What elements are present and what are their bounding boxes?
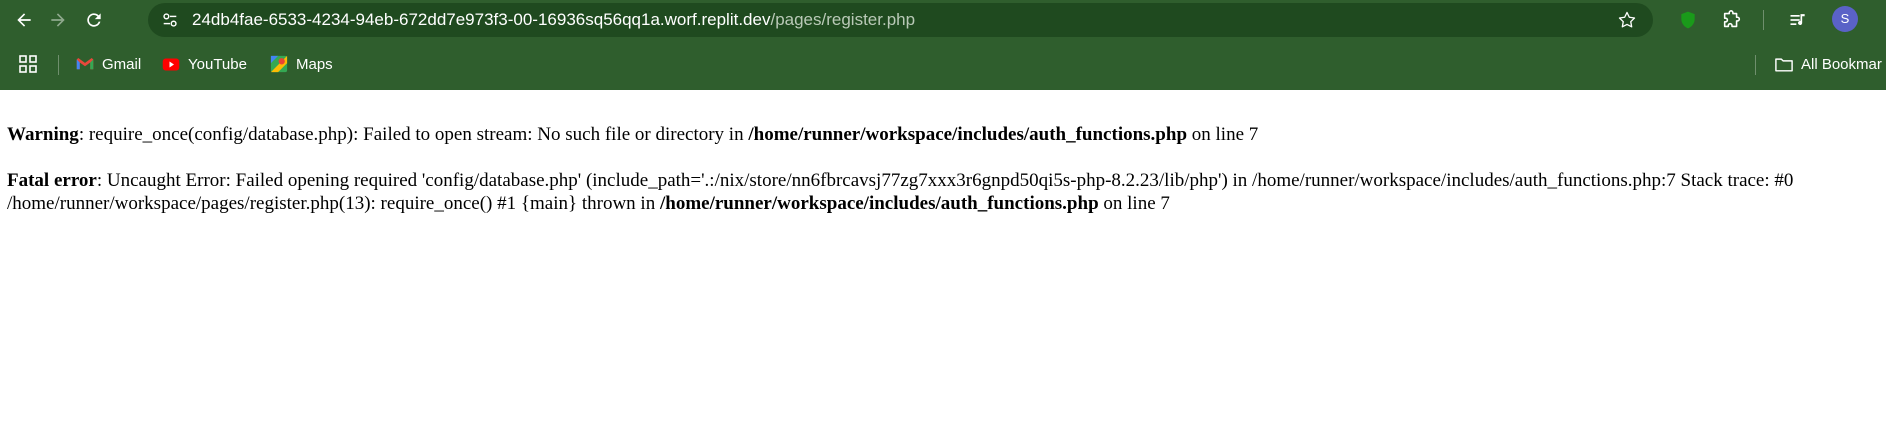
- bookmark-label: Maps: [296, 55, 333, 73]
- warning-file: /home/runner/workspace/includes/auth_fun…: [748, 124, 1188, 145]
- warning-line: on line 7: [1187, 124, 1259, 145]
- fatal-text-line2: /home/runner/workspace/pages/register.ph…: [7, 193, 660, 214]
- puzzle-icon[interactable]: [1720, 8, 1744, 32]
- php-fatal-error-line2: /home/runner/workspace/pages/register.ph…: [7, 192, 1170, 215]
- all-bookmarks-label: All Bookmar: [1801, 55, 1882, 73]
- bookmark-maps[interactable]: Maps: [270, 52, 333, 76]
- browser-chrome: 24db4fae-6533-4234-94eb-672dd7e973f3-00-…: [0, 0, 1886, 90]
- bookmarks-bar: Gmail YouTube Maps All Bookmar: [0, 48, 1886, 80]
- bookmark-gmail[interactable]: Gmail: [76, 52, 141, 76]
- media-icon[interactable]: [1786, 8, 1810, 32]
- back-icon: [17, 13, 31, 27]
- reload-button[interactable]: [80, 6, 108, 34]
- bookmarks-divider: [58, 55, 59, 75]
- folder-icon: [1775, 55, 1793, 73]
- url-text[interactable]: 24db4fae-6533-4234-94eb-672dd7e973f3-00-…: [192, 3, 915, 37]
- fatal-text-line1: : Uncaught Error: Failed opening require…: [96, 170, 1794, 191]
- warning-label: Warning: [7, 124, 79, 145]
- avatar[interactable]: S: [1832, 6, 1858, 32]
- fatal-file: /home/runner/workspace/includes/auth_fun…: [659, 193, 1099, 214]
- all-bookmarks-button[interactable]: All Bookmar: [1775, 52, 1882, 76]
- youtube-icon: [162, 55, 180, 73]
- bookmarks-divider: [1755, 55, 1756, 75]
- forward-icon: [51, 13, 65, 27]
- php-fatal-error-line1: Fatal error: Uncaught Error: Failed open…: [7, 169, 1793, 192]
- maps-icon: [270, 55, 288, 73]
- url-path: /pages/register.php: [770, 10, 916, 29]
- fatal-line: on line 7: [1098, 193, 1170, 214]
- address-bar[interactable]: 24db4fae-6533-4234-94eb-672dd7e973f3-00-…: [148, 3, 1653, 37]
- apps-grid-icon[interactable]: [18, 54, 38, 74]
- reload-icon: [87, 13, 101, 27]
- bookmark-label: Gmail: [102, 55, 142, 73]
- php-warning-message: Warning: require_once(config/database.ph…: [7, 123, 1258, 146]
- browser-toolbar: 24db4fae-6533-4234-94eb-672dd7e973f3-00-…: [0, 0, 1886, 40]
- star-icon[interactable]: [1617, 10, 1637, 30]
- fatal-label: Fatal error: [7, 170, 97, 191]
- gmail-icon: [76, 55, 94, 73]
- forward-button[interactable]: [44, 6, 72, 34]
- bookmark-label: YouTube: [188, 55, 247, 73]
- extension-shield-icon[interactable]: [1676, 8, 1700, 32]
- toolbar-divider: [1763, 10, 1764, 30]
- warning-text: : require_once(config/database.php): Fai…: [78, 124, 749, 145]
- bookmark-youtube[interactable]: YouTube: [162, 52, 247, 76]
- site-info-icon[interactable]: [160, 10, 180, 30]
- back-button[interactable]: [10, 6, 38, 34]
- url-host: 24db4fae-6533-4234-94eb-672dd7e973f3-00-…: [192, 10, 771, 29]
